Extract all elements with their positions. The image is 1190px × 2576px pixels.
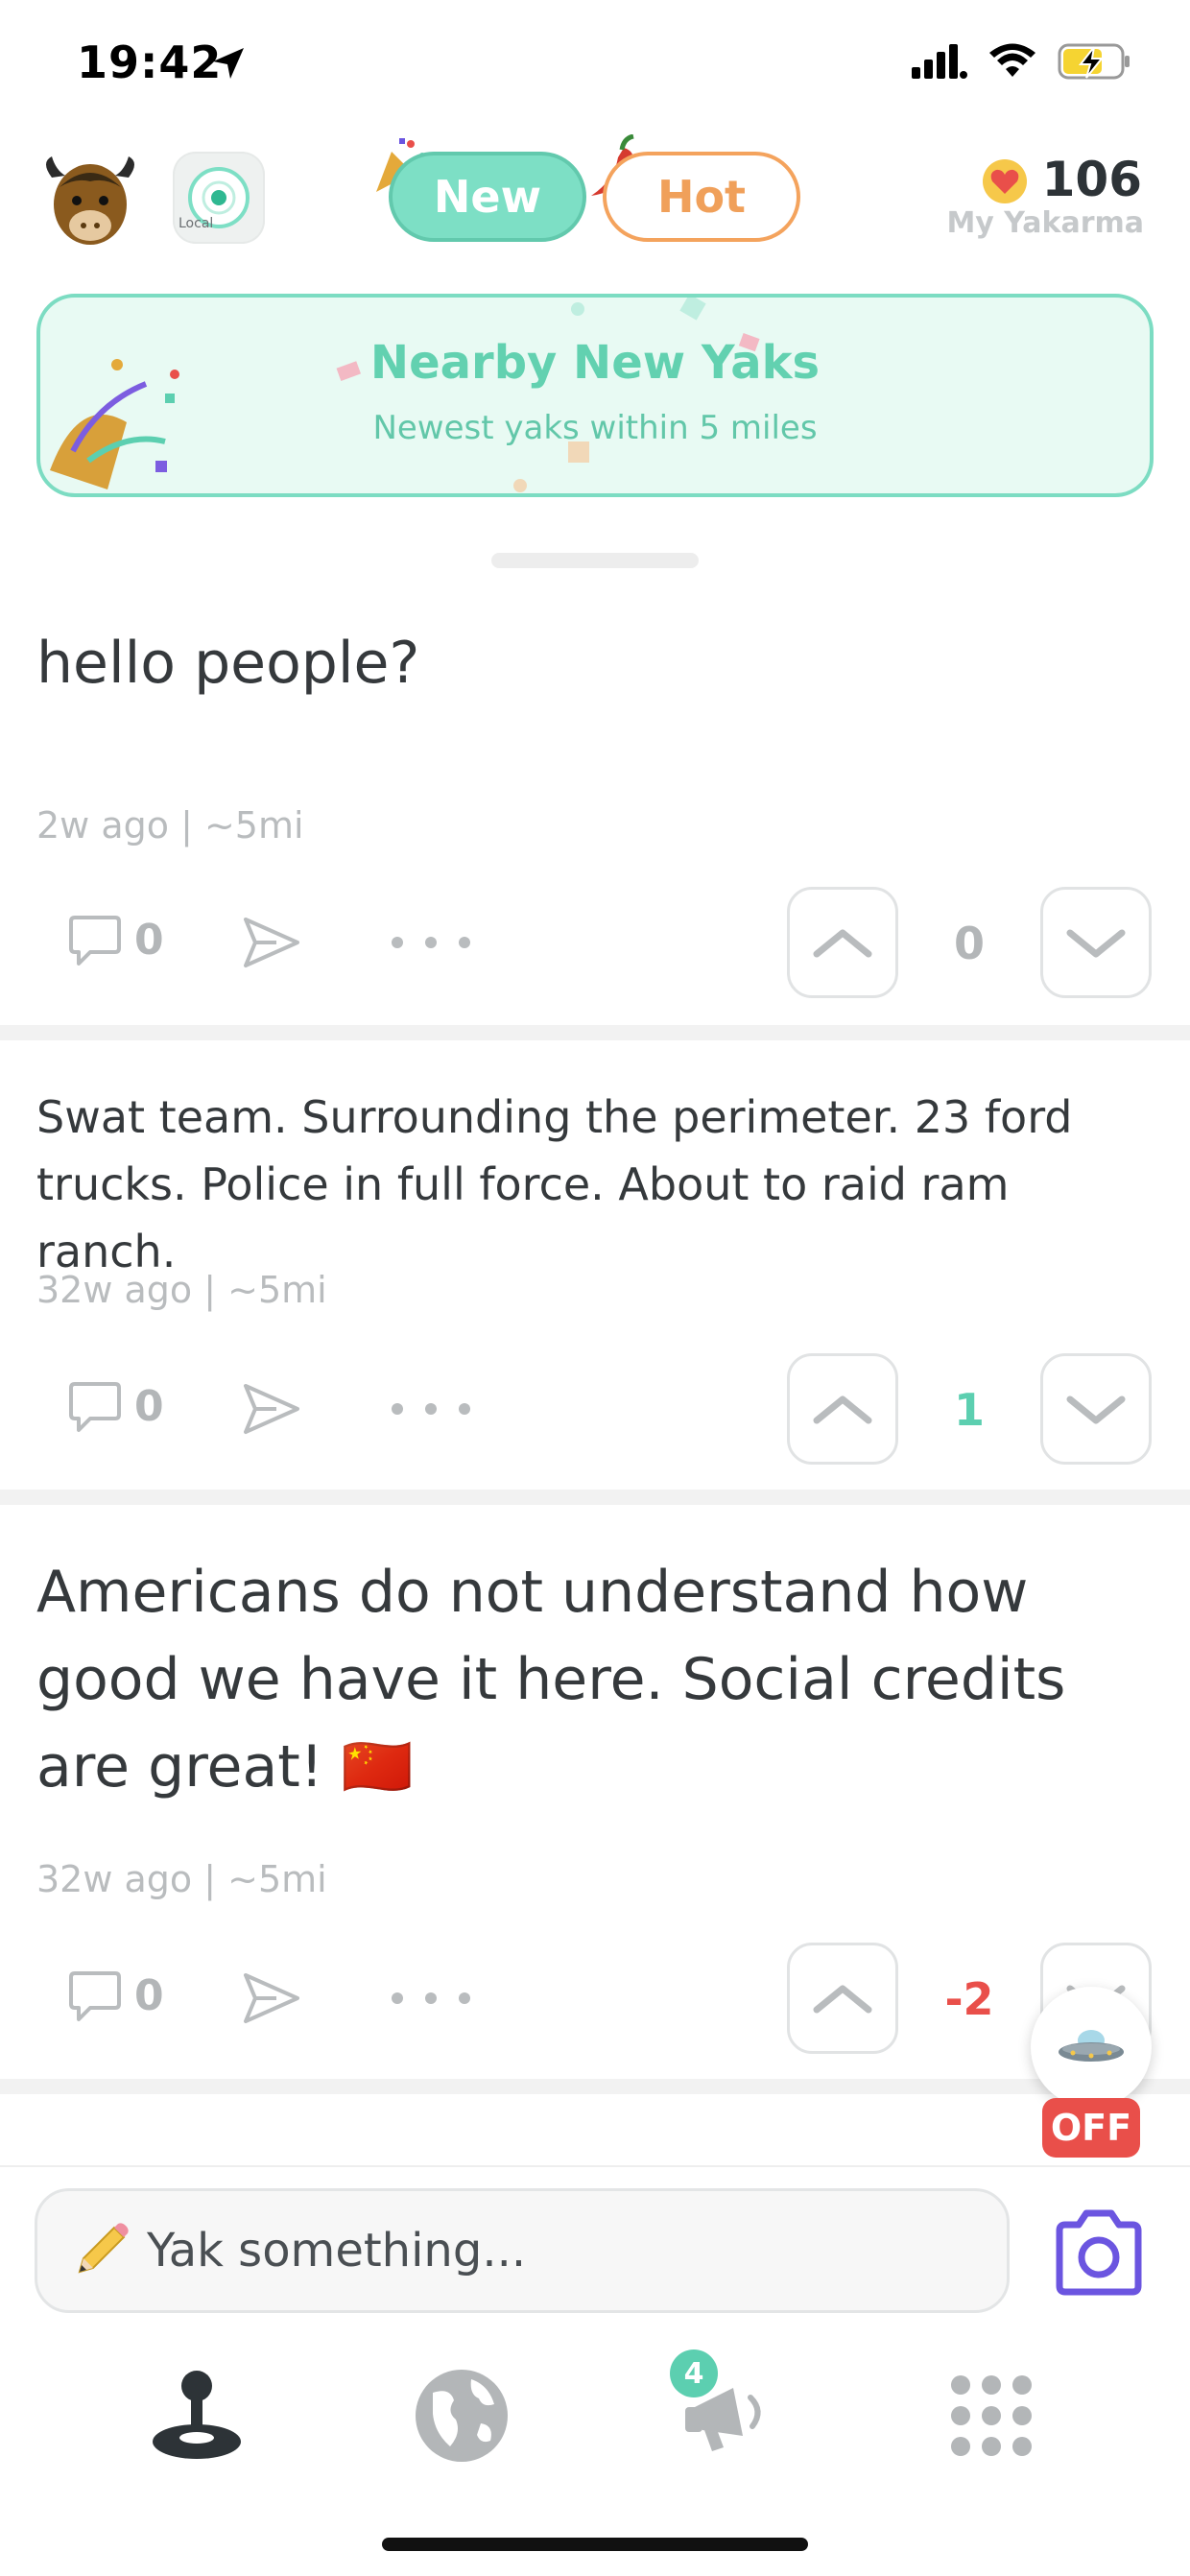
post-text[interactable]: hello people? — [36, 620, 1159, 706]
yakarma-label: My Yakarma — [946, 206, 1144, 240]
local-label: Local — [178, 216, 214, 231]
downvote-button[interactable] — [1040, 1353, 1152, 1465]
upvote-button[interactable] — [787, 1353, 898, 1465]
share-icon[interactable] — [240, 1969, 303, 2027]
chevron-down-icon — [1066, 1395, 1126, 1424]
comment-button[interactable]: 0 — [65, 1966, 164, 2025]
chevron-up-icon — [813, 929, 872, 958]
nearby-new-yaks-banner[interactable]: Nearby New Yaks Newest yaks within 5 mil… — [36, 294, 1154, 497]
post-meta: 32w ago | ~5mi — [36, 1269, 327, 1311]
post-actions: 0 0 — [36, 885, 1155, 1000]
chevron-up-icon — [813, 1985, 872, 2014]
post-actions: 0 -2 — [36, 1941, 1155, 2056]
post-meta: 2w ago | ~5mi — [36, 804, 304, 847]
yakarma-value[interactable]: 106 — [1042, 152, 1142, 207]
more-options-icon[interactable] — [388, 1989, 474, 2008]
comment-icon — [69, 1971, 121, 2021]
composer-placeholder: Yak something... — [147, 2224, 527, 2278]
confetti-decoration — [50, 298, 760, 492]
chevron-down-icon — [1066, 929, 1126, 958]
post-text[interactable]: Americans do not understand how good we … — [36, 1549, 1159, 1812]
local-feed-icon — [153, 2371, 241, 2459]
vote-score: 1 — [953, 1384, 985, 1436]
comment-count: 0 — [134, 1970, 164, 2020]
upvote-button[interactable] — [787, 887, 898, 998]
location-arrow-icon — [213, 48, 244, 79]
ufo-off-badge: OFF — [1042, 2098, 1140, 2158]
ufo-mode-button[interactable] — [1031, 1987, 1152, 2108]
banner-subtitle: Newest yaks within 5 miles — [372, 409, 818, 447]
downvote-button[interactable] — [1040, 887, 1152, 998]
share-icon[interactable] — [240, 1380, 303, 1438]
comment-count: 0 — [134, 915, 164, 965]
drag-handle[interactable] — [491, 553, 699, 568]
tab-new[interactable]: New — [389, 152, 586, 242]
nav-more[interactable] — [929, 2353, 1054, 2478]
comment-count: 0 — [134, 1381, 164, 1431]
status-time: 19:42 — [77, 36, 223, 88]
post-separator — [0, 1025, 1190, 1040]
yak-avatar-icon[interactable] — [38, 149, 142, 252]
comment-button[interactable]: 0 — [65, 1376, 164, 1436]
yakarma-heart-icon — [983, 159, 1027, 203]
more-options-icon[interactable] — [388, 1399, 474, 1419]
post-actions: 0 1 — [36, 1351, 1155, 1467]
camera-icon[interactable] — [1046, 2202, 1152, 2307]
battery-charging-icon — [1058, 43, 1130, 80]
post-separator — [0, 1490, 1190, 1505]
yak-composer-input[interactable]: Yak something... — [35, 2188, 1010, 2313]
post-meta: 32w ago | ~5mi — [36, 1858, 327, 1900]
comment-button[interactable]: 0 — [65, 910, 164, 969]
comment-icon — [69, 1382, 121, 1432]
notification-count-badge: 4 — [670, 2349, 718, 2397]
tab-hot[interactable]: Hot — [603, 152, 800, 242]
nav-global[interactable] — [399, 2353, 524, 2478]
ufo-icon — [1059, 2030, 1124, 2062]
more-options-icon[interactable] — [388, 933, 474, 952]
post-separator — [0, 2079, 1190, 2094]
cellular-signal-icon — [912, 44, 967, 79]
post-text[interactable]: Swat team. Surrounding the perimeter. 23… — [36, 1085, 1159, 1286]
status-icons — [912, 40, 1132, 83]
vote-score: -2 — [944, 1973, 994, 2025]
wifi-icon — [989, 43, 1035, 77]
home-indicator[interactable] — [382, 2538, 808, 2551]
banner-title: Nearby New Yaks — [369, 336, 821, 390]
pencil-icon — [78, 2223, 129, 2274]
upvote-button[interactable] — [787, 1943, 898, 2054]
vote-score: 0 — [953, 918, 985, 969]
nav-local-feed[interactable] — [134, 2353, 259, 2478]
globe-icon — [416, 2370, 508, 2462]
chevron-up-icon — [813, 1395, 872, 1424]
comment-icon — [69, 916, 121, 966]
apps-grid-icon — [951, 2375, 1032, 2456]
share-icon[interactable] — [240, 914, 303, 971]
